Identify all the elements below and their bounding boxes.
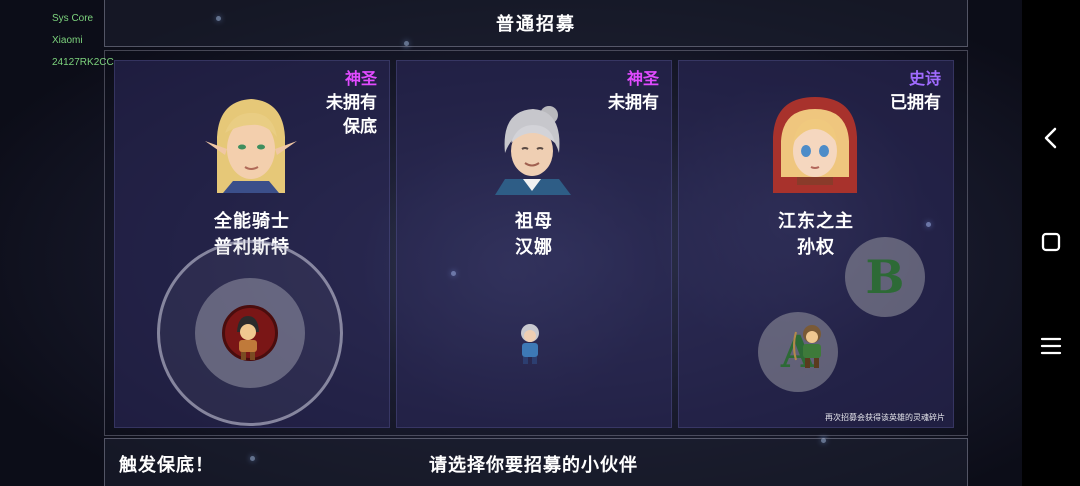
rarity-label: 神圣 — [344, 69, 377, 88]
rarity-label: 神圣 — [626, 69, 659, 88]
archer-chibi-sprite-icon — [793, 325, 821, 368]
red-hood-girl-portrait-icon — [773, 97, 857, 193]
rarity-label: 史诗 — [908, 69, 941, 88]
game-screen: Sys Core Xiaomi 24127RK2CC 普通招募 神圣 未拥有 保… — [0, 0, 1080, 486]
device-info-line: Xiaomi — [52, 35, 83, 46]
owned-status: 已拥有 — [890, 93, 941, 113]
owned-status: 未拥有 — [326, 93, 377, 113]
hero-title: 全能骑士 — [214, 211, 290, 232]
soul-fragment-note: 再次招募会获得该英雄的灵魂碎片 — [825, 413, 945, 422]
recents-menu-button[interactable] — [1022, 326, 1080, 366]
grandmother-portrait-icon — [495, 106, 571, 195]
home-button[interactable] — [1022, 222, 1080, 262]
home-square-icon — [1041, 232, 1061, 252]
system-navigation-bar — [1022, 0, 1080, 486]
hero-name: 汉娜 — [515, 237, 553, 258]
hero-card-hanna[interactable]: 神圣 未拥有 祖母 汉娜 — [396, 60, 672, 428]
back-arrow-icon — [1044, 127, 1057, 149]
b-button[interactable]: B — [845, 237, 925, 317]
elf-knight-portrait-icon — [205, 99, 297, 193]
menu-lines-icon — [1040, 337, 1062, 355]
hero-title: 祖母 — [515, 211, 553, 232]
owned-status: 未拥有 — [608, 93, 659, 113]
pity-label: 保底 — [343, 117, 377, 137]
hero-title: 江东之主 — [778, 211, 854, 232]
title-bar: 普通招募 — [104, 0, 968, 47]
grandmother-chibi-sprite-icon — [521, 324, 539, 364]
player-chibi-sprite-icon — [237, 316, 259, 360]
footer-bar: 触发保底！ 请选择你要招募的小伙伴 — [104, 438, 968, 486]
device-info-line: Sys Core — [52, 13, 94, 24]
back-button[interactable] — [1022, 118, 1080, 158]
page-title: 普通招募 — [496, 14, 576, 35]
recruit-prompt-text: 请选择你要招募的小伙伴 — [429, 455, 638, 476]
pity-trigger-text: 触发保底！ — [119, 455, 214, 476]
